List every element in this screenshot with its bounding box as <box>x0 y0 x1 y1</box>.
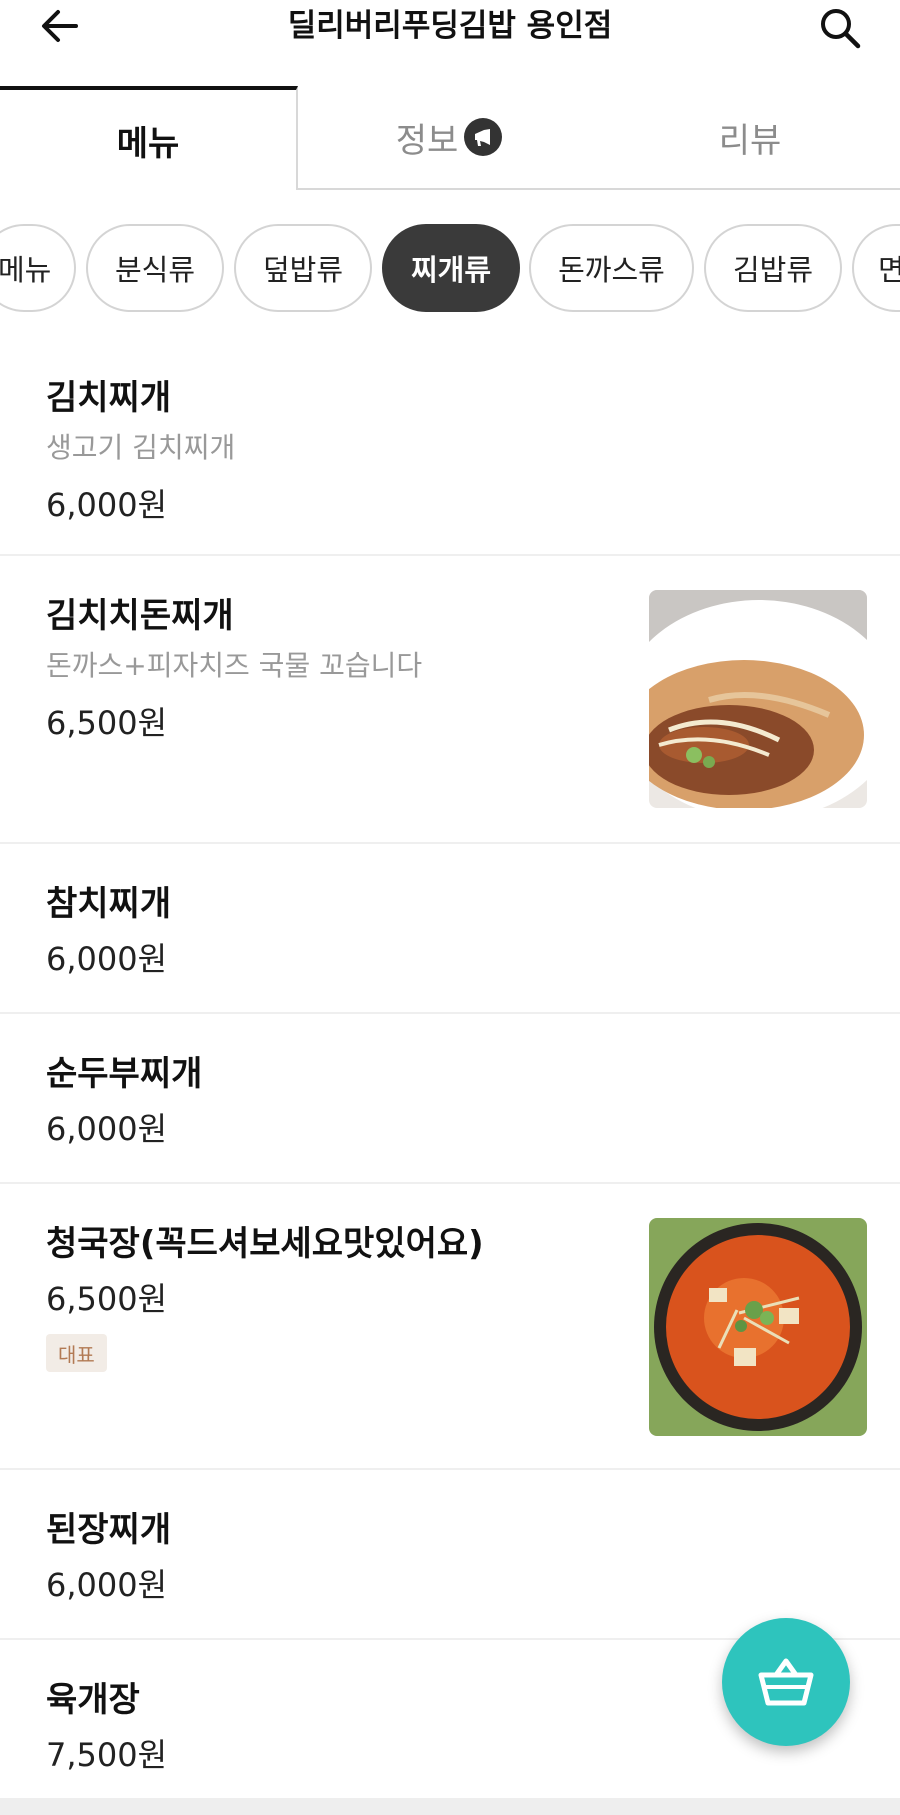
tab-menu-label: 메뉴 <box>116 123 180 164</box>
bottom-divider <box>0 1798 900 1815</box>
category-chip-label: 돈까스류 <box>558 253 665 287</box>
shopping-basket-icon <box>758 1658 814 1706</box>
category-chip[interactable]: 돈까스류 <box>529 224 694 312</box>
soybean-stew-photo <box>649 1218 867 1436</box>
signature-badge: 대표 <box>46 1334 107 1372</box>
search-button[interactable] <box>814 4 866 52</box>
category-chip-row: 메뉴 분식류 덮밥류 찌개류 돈까스류 김밥류 면 <box>0 224 900 312</box>
menu-item[interactable]: 청국장(꼭드셔보세요맛있어요) 6,500원 대표 <box>0 1184 900 1470</box>
app-header: 딜리버리푸딩김밥 용인점 <box>0 0 900 52</box>
category-chip[interactable]: 면 <box>852 224 900 312</box>
menu-item-description: 돈까스+피자치즈 국물 꼬습니다 <box>46 649 423 682</box>
search-icon <box>821 9 861 49</box>
katsu-stew-photo <box>649 590 867 808</box>
category-chip[interactable]: 메뉴 <box>0 224 76 312</box>
tab-review[interactable]: 리뷰 <box>600 86 900 190</box>
megaphone-icon <box>464 118 503 156</box>
menu-item[interactable]: 된장찌개 6,000원 <box>0 1470 900 1640</box>
menu-item-name: 청국장(꼭드셔보세요맛있어요) <box>46 1224 484 1264</box>
tab-info[interactable]: 정보 <box>298 86 600 190</box>
menu-item-description: 생고기 김치찌개 <box>46 431 236 464</box>
menu-item-name: 김치치돈찌개 <box>46 596 234 636</box>
tab-review-label: 리뷰 <box>718 120 782 161</box>
tab-bar: 메뉴 정보 리뷰 <box>0 86 900 190</box>
menu-item-price: 6,500원 <box>46 1280 168 1318</box>
menu-item[interactable]: 참치찌개 6,000원 <box>0 844 900 1014</box>
page-title: 딜리버리푸딩김밥 용인점 <box>287 8 613 44</box>
menu-item[interactable]: 순두부찌개 6,000원 <box>0 1014 900 1184</box>
category-chip-label: 면 <box>878 253 900 287</box>
menu-item-price: 6,500원 <box>46 704 168 742</box>
menu-item-price: 6,000원 <box>46 486 168 524</box>
tab-info-label: 정보 <box>395 120 459 161</box>
category-chip-active[interactable]: 찌개류 <box>382 224 520 312</box>
category-chip[interactable]: 분식류 <box>86 224 224 312</box>
menu-item-name: 순두부찌개 <box>46 1054 203 1094</box>
menu-item-name: 육개장 <box>46 1680 140 1720</box>
category-chip-label: 김밥류 <box>732 253 814 287</box>
menu-item-price: 6,000원 <box>46 940 168 978</box>
menu-item-price: 6,000원 <box>46 1110 168 1148</box>
cart-button[interactable] <box>722 1618 850 1746</box>
menu-item-name: 참치찌개 <box>46 884 172 924</box>
menu-item-price: 7,500원 <box>46 1736 168 1774</box>
tab-menu[interactable]: 메뉴 <box>0 86 298 190</box>
category-chip-label: 덮밥류 <box>262 253 344 287</box>
category-chip[interactable]: 덮밥류 <box>234 224 372 312</box>
menu-item-name: 김치찌개 <box>46 378 172 418</box>
menu-item-name: 된장찌개 <box>46 1510 172 1550</box>
category-chip-label: 메뉴 <box>0 253 52 287</box>
category-chip-label: 찌개류 <box>410 253 492 287</box>
menu-item-price: 6,000원 <box>46 1566 168 1604</box>
category-chip[interactable]: 김밥류 <box>704 224 842 312</box>
menu-item[interactable]: 김치찌개 생고기 김치찌개 6,000원 <box>0 336 900 556</box>
menu-item[interactable]: 김치치돈찌개 돈까스+피자치즈 국물 꼬습니다 6,500원 <box>0 556 900 844</box>
category-chip-label: 분식류 <box>114 253 196 287</box>
